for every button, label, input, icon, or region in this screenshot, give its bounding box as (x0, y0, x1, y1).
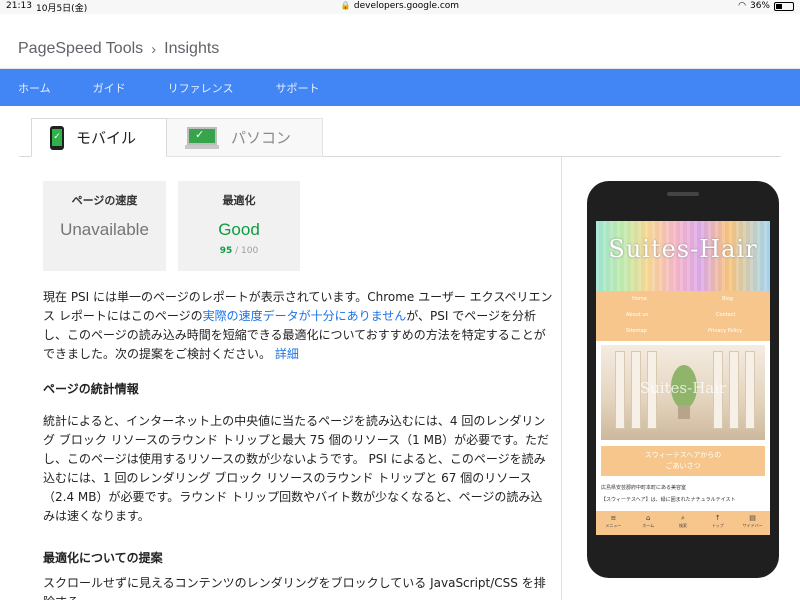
tab-mobile-label: モバイル (76, 129, 137, 147)
optimization-score: 95 / 100 (178, 246, 300, 256)
battery-icon (774, 1, 794, 11)
lock-icon: 🔒 (340, 1, 351, 10)
preview-menu-blog: Blog (722, 296, 734, 302)
nav-item-reference[interactable]: リファレンス (168, 80, 234, 96)
battery-percent: 36% (749, 1, 770, 11)
preview-text-1: 広島県安芸郡府中町本町にある美容室 (601, 485, 687, 491)
optimization-title: 最適化 (222, 194, 256, 207)
page-speed-title: ページの速度 (71, 194, 138, 207)
preview-footer-search-label: 検索 (678, 523, 687, 528)
preview-menu: Home Blog About us Contact Sitemap Priva… (596, 291, 770, 341)
preview-footer-menu-label: メニュー (605, 523, 622, 528)
optimization-value: Good (218, 220, 260, 239)
preview-footer-sidebar: ▤ サイドバー (735, 511, 770, 535)
preview-footer-home: ⌂ ホーム (631, 511, 666, 535)
address-bar[interactable]: 🔒 developers.google.com (0, 1, 800, 11)
preview-text-2: 【スウィーテスヘア】は、緑に囲まれたナチュラルテイスト (601, 497, 736, 503)
suggestions-heading: 最適化についての提案 (43, 551, 163, 565)
menu-icon: ≡ (610, 514, 617, 522)
optimization-score-max: / 100 (235, 246, 259, 256)
device-tabs: ✓ モバイル ✓ パソコン (19, 118, 781, 157)
tab-desktop-label: パソコン (231, 129, 292, 147)
nav-item-guide[interactable]: ガイド (93, 80, 126, 96)
breadcrumb-root[interactable]: PageSpeed Tools (18, 40, 143, 58)
preview-menu-contact: Contact (716, 312, 736, 318)
home-icon: ⌂ (645, 514, 651, 522)
intro-paragraph: 現在 PSI には単一のページのレポートが表示されています。Chrome ユーザ… (43, 288, 553, 364)
preview-greeting-text: スウィーテスヘアからの ごあいさつ (644, 451, 722, 470)
column-divider (561, 157, 562, 600)
preview-footer: ≡ メニュー ⌂ ホーム ⌕ 検索 ↑ トップ ▤ サイドバー (596, 511, 770, 535)
page-speed-value: Unavailable (60, 220, 149, 239)
optimization-card: 最適化 Good 95 / 100 (178, 181, 300, 271)
search-icon: ⌕ (681, 514, 685, 522)
preview-menu-sitemap: Sitemap (626, 328, 647, 334)
optimization-score-number: 95 (219, 246, 233, 256)
app-header: PageSpeed Tools › Insights (0, 14, 800, 69)
preview-photo-watermark: Suites-Hair (639, 379, 727, 397)
preview-photo: Suites-Hair (601, 345, 765, 440)
monitor-icon: ✓ (185, 126, 219, 149)
address-url: developers.google.com (353, 1, 460, 11)
sidebar-icon: ▤ (749, 514, 756, 522)
wifi-icon: ◠ (738, 1, 746, 11)
chevron-right-icon: › (151, 40, 157, 58)
preview-menu-privacy: Privacy Policy (708, 328, 743, 334)
suggestion-item[interactable]: スクロールせずに見えるコンテンツのレンダリングをブロックしている JavaScr… (43, 574, 553, 600)
breadcrumb-current[interactable]: Insights (164, 40, 219, 58)
page-speed-card: ページの速度 Unavailable (43, 181, 166, 271)
preview-footer-search: ⌕ 検索 (666, 511, 701, 535)
preview-logo: Suites-Hair (608, 235, 758, 263)
stats-paragraph: 統計によると、インターネット上の中央値に当たるページを読み込むには、4 回のレン… (43, 414, 549, 523)
phone-icon: ✓ (50, 125, 64, 150)
status-bar: 21:13 10月5日(金) 🔒 developers.google.com ◠ … (0, 0, 800, 14)
field-data-link[interactable]: 実際の速度データが十分にありません (203, 309, 407, 323)
battery-fill (776, 3, 782, 9)
arrow-up-icon: ↑ (714, 514, 721, 522)
preview-footer-home-label: ホーム (642, 523, 655, 528)
stats-heading: ページの統計情報 (43, 382, 139, 396)
status-indicators: ◠ 36% (738, 1, 794, 11)
preview-menu-about: About us (626, 312, 649, 318)
preview-banner: Suites-Hair (596, 221, 770, 291)
nav-item-support[interactable]: サポート (275, 80, 319, 96)
mobile-preview-screen: Suites-Hair Home Blog About us Contact S… (596, 221, 770, 535)
tab-mobile[interactable]: ✓ モバイル (31, 118, 167, 157)
tab-desktop[interactable]: ✓ パソコン (167, 118, 323, 157)
nav-item-home[interactable]: ホーム (18, 80, 51, 96)
preview-menu-home: Home (632, 296, 647, 302)
mobile-preview-device: Suites-Hair Home Blog About us Contact S… (587, 181, 779, 578)
preview-footer-menu: ≡ メニュー (596, 511, 631, 535)
details-link[interactable]: 詳細 (275, 347, 299, 361)
preview-footer-top: ↑ トップ (700, 511, 735, 535)
preview-greeting-button: スウィーテスヘアからの ごあいさつ (601, 446, 765, 476)
preview-footer-top-label: トップ (711, 523, 724, 528)
breadcrumb: PageSpeed Tools › Insights (18, 40, 219, 58)
top-nav: ホーム ガイド リファレンス サポート (0, 69, 800, 106)
preview-footer-sidebar-label: サイドバー (742, 523, 763, 528)
